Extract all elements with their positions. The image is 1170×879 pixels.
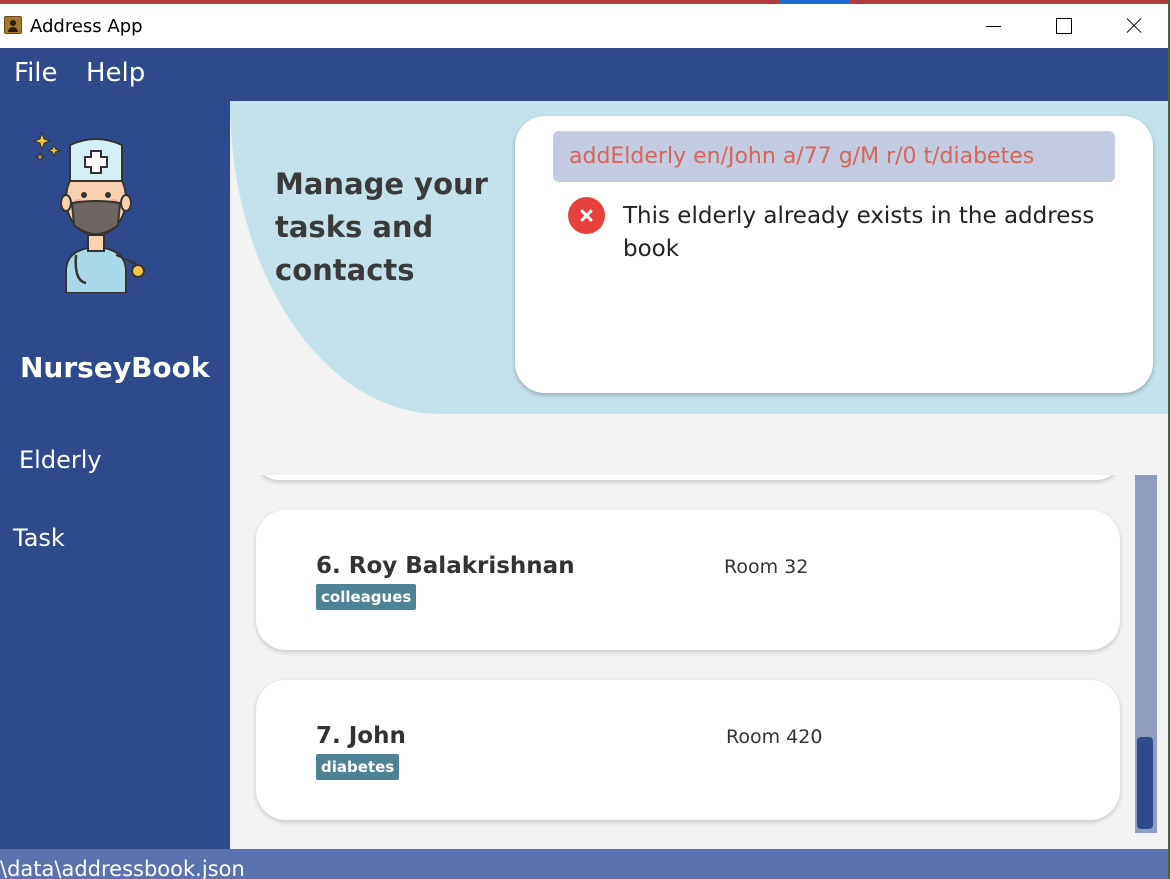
status-bar: \data\addressbook.json <box>0 849 1168 879</box>
maximize-button[interactable] <box>1040 4 1086 48</box>
result-message: This elderly already exists in the addre… <box>623 203 1095 262</box>
command-input[interactable] <box>553 131 1115 182</box>
menu-bar: File Help <box>0 48 1168 101</box>
error-icon <box>568 197 605 234</box>
close-button[interactable] <box>1110 4 1156 48</box>
data-file-path: \data\addressbook.json <box>0 857 245 879</box>
command-panel: This elderly already exists in the addre… <box>515 116 1153 393</box>
scrollbar-thumb[interactable] <box>1137 737 1153 829</box>
menu-file[interactable]: File <box>14 58 58 88</box>
elderly-list: 6. Roy Balakrishnan Room 32 colleagues 7… <box>230 475 1168 849</box>
elderly-name: 6. Roy Balakrishnan <box>316 553 575 579</box>
main-panel: Manage your tasks and contacts This elde… <box>230 101 1168 849</box>
list-item[interactable] <box>256 475 1120 480</box>
elderly-name: 7. John <box>316 723 406 749</box>
list-item[interactable]: 6. Roy Balakrishnan Room 32 colleagues <box>256 510 1120 650</box>
list-item[interactable]: 7. John Room 420 diabetes <box>256 680 1120 820</box>
window-title: Address App <box>30 16 143 37</box>
menu-help[interactable]: Help <box>86 58 145 88</box>
scrollbar[interactable] <box>1135 475 1157 833</box>
elderly-tag: colleagues <box>316 584 417 610</box>
sidebar-item-elderly[interactable]: Elderly <box>19 446 102 474</box>
title-bar: Address App <box>0 4 1168 48</box>
minimize-button[interactable] <box>970 4 1016 48</box>
tagline: Manage your tasks and contacts <box>275 167 488 287</box>
elderly-tag: diabetes <box>316 754 400 780</box>
elderly-room: Room 420 <box>726 726 823 748</box>
sidebar: NurseyBook Elderly Task <box>0 101 230 849</box>
brand-title: NurseyBook <box>20 351 210 384</box>
address-book-icon <box>4 16 22 34</box>
sidebar-item-task[interactable]: Task <box>13 524 65 552</box>
nurse-icon <box>32 131 145 293</box>
elderly-room: Room 32 <box>724 556 809 578</box>
